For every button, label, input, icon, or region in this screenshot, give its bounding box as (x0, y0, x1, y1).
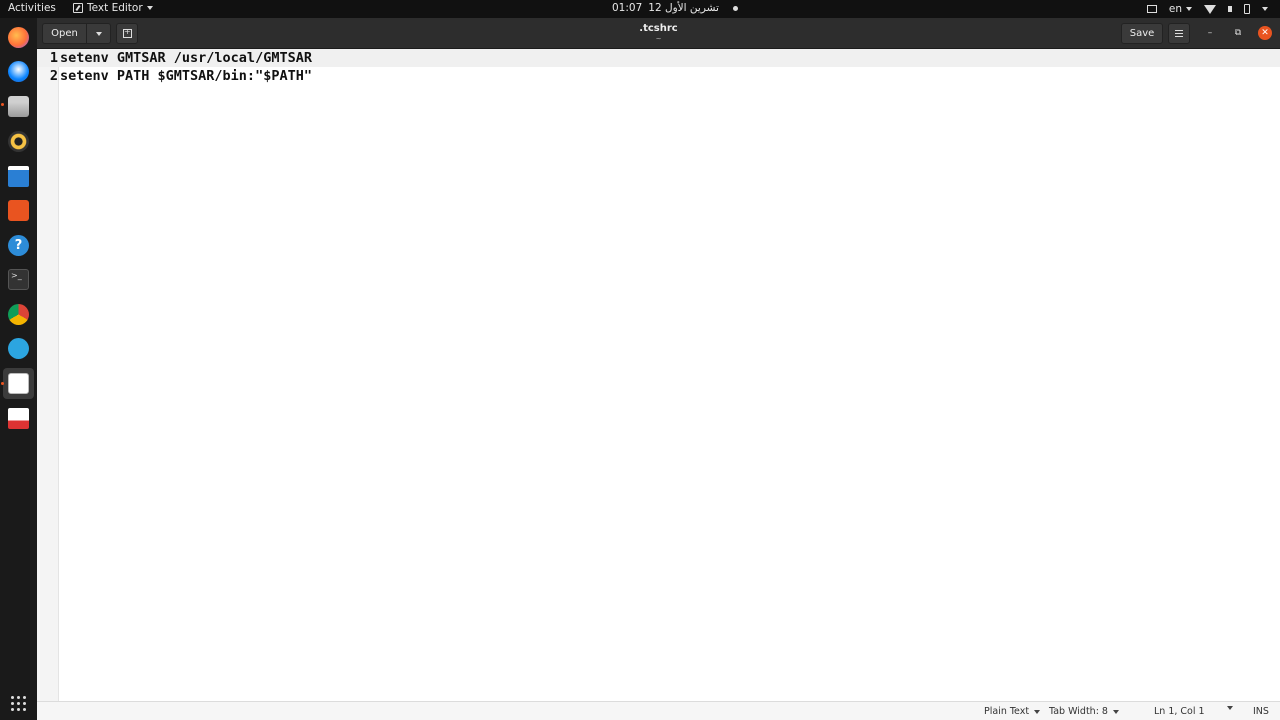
line-number: 1 (49, 50, 58, 66)
rhythmbox-icon[interactable] (8, 131, 29, 152)
help-icon[interactable]: ? (8, 235, 29, 256)
screen-share-icon[interactable] (1146, 5, 1157, 13)
tab-width-label: Tab Width: 8 (1049, 706, 1108, 717)
system-menu-chevron-icon[interactable] (1262, 7, 1268, 11)
cursor-position-label: Ln 1, Col 1 (1154, 706, 1205, 717)
show-applications-icon[interactable] (11, 696, 26, 711)
line-text[interactable]: setenv GMTSAR /usr/local/GMTSAR (60, 49, 312, 67)
insert-mode-label: INS (1253, 706, 1269, 717)
clock-time: 01:07 (612, 2, 643, 14)
insert-mode[interactable]: INS (1253, 706, 1269, 717)
chevron-down-icon (1227, 706, 1233, 710)
chrome-icon[interactable] (8, 304, 29, 325)
status-bar: Plain Text Tab Width: 8 Ln 1, Col 1 INS (37, 701, 1280, 720)
clock[interactable]: 01:07 تشرين الأول 12 (612, 2, 738, 14)
terminal-icon[interactable]: >_ (8, 269, 29, 290)
ubuntu-software-icon[interactable] (8, 200, 29, 221)
window-subtitle: ~ (655, 35, 662, 43)
text-editor-icon (73, 3, 83, 13)
restore-button[interactable]: ⧉ (1232, 27, 1244, 39)
menu-button[interactable] (1168, 23, 1190, 44)
line-number: 2 (49, 68, 58, 84)
notification-dot-icon (732, 5, 738, 11)
firefox-icon[interactable] (8, 27, 29, 48)
header-bar: Open .tcshrc ~ Save – ⧉ ✕ (37, 18, 1280, 49)
text-editor-window: Open .tcshrc ~ Save – ⧉ ✕ 1 setenv GMTSA… (37, 18, 1280, 720)
clock-date: تشرين الأول 12 (648, 2, 719, 14)
hamburger-icon (1175, 30, 1183, 37)
libreoffice-writer-icon[interactable] (8, 166, 29, 187)
chevron-down-icon (1034, 709, 1041, 714)
tab-width-selector[interactable]: Tab Width: 8 (1049, 706, 1119, 717)
document-viewer-icon[interactable] (8, 408, 29, 429)
editor-line[interactable]: 1 setenv GMTSAR /usr/local/GMTSAR (37, 49, 1280, 67)
app-menu[interactable]: Text Editor (73, 2, 153, 14)
chevron-down-icon (1112, 709, 1119, 714)
chevron-down-icon (146, 6, 153, 10)
system-tray: en (1146, 0, 1268, 18)
telegram-icon[interactable] (8, 338, 29, 359)
minimize-button[interactable]: – (1204, 27, 1216, 39)
position-dropdown[interactable] (1227, 706, 1233, 710)
chevron-down-icon (1186, 7, 1192, 11)
line-text[interactable]: setenv PATH $GMTSAR/bin:"$PATH" (60, 67, 312, 85)
thunderbird-icon[interactable] (8, 61, 29, 82)
text-view[interactable]: 1 setenv GMTSAR /usr/local/GMTSAR 2 sete… (37, 49, 1280, 701)
window-title: .tcshrc (639, 23, 678, 34)
language-label: Plain Text (984, 706, 1030, 717)
battery-icon[interactable] (1244, 4, 1250, 14)
volume-icon[interactable] (1228, 6, 1232, 12)
dock: ? >_ (0, 18, 37, 720)
save-button[interactable]: Save (1121, 23, 1163, 44)
wifi-icon[interactable] (1204, 4, 1216, 14)
app-menu-label: Text Editor (87, 2, 143, 14)
running-indicator (1, 382, 4, 385)
text-editor-icon[interactable] (8, 373, 29, 394)
language-selector[interactable]: Plain Text (984, 706, 1041, 717)
close-button[interactable]: ✕ (1258, 26, 1272, 40)
editor-line[interactable]: 2 setenv PATH $GMTSAR/bin:"$PATH" (37, 67, 1280, 85)
activities-button[interactable]: Activities (8, 2, 56, 14)
keyboard-layout-label: en (1168, 3, 1182, 15)
line-number-gutter (37, 49, 59, 701)
cursor-position[interactable]: Ln 1, Col 1 (1154, 706, 1205, 717)
keyboard-layout[interactable]: en (1169, 3, 1192, 15)
files-icon[interactable] (8, 96, 29, 117)
running-indicator (1, 103, 4, 106)
top-bar: Activities Text Editor 01:07 تشرين الأول… (0, 0, 1280, 18)
